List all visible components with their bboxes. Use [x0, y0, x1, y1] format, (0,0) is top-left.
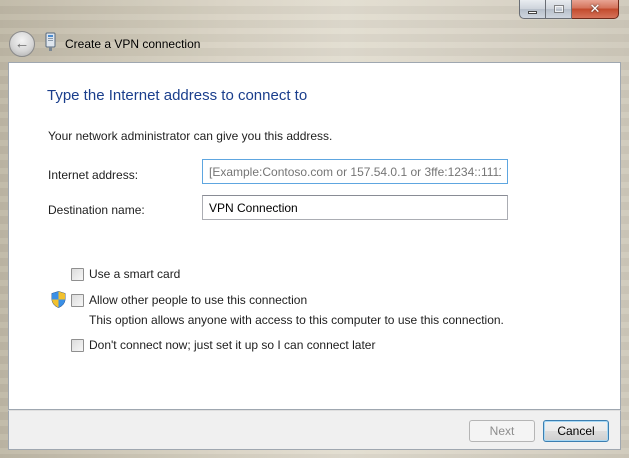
- maximize-button[interactable]: [546, 0, 572, 19]
- connect-later-option[interactable]: Don't connect now; just set it up so I c…: [71, 338, 375, 353]
- smart-card-label[interactable]: Use a smart card: [89, 267, 180, 282]
- page-heading: Type the Internet address to connect to: [47, 87, 308, 104]
- maximize-icon: [553, 5, 564, 13]
- window-title: Create a VPN connection: [65, 37, 201, 51]
- next-button[interactable]: Next: [469, 420, 535, 442]
- smart-card-option[interactable]: Use a smart card: [71, 267, 180, 282]
- caption-buttons: ✕: [519, 0, 619, 19]
- destination-name-label: Destination name:: [48, 203, 145, 217]
- allow-others-label[interactable]: Allow other people to use this connectio…: [89, 293, 307, 308]
- internet-address-label: Internet address:: [48, 168, 139, 182]
- hint-text: Your network administrator can give you …: [48, 129, 333, 143]
- window-frame: ✕ ← Create a VPN connection Type the Int…: [0, 0, 629, 458]
- minimize-button[interactable]: [519, 0, 546, 19]
- close-icon: ✕: [589, 1, 601, 17]
- allow-others-description: This option allows anyone with access to…: [89, 313, 504, 327]
- back-button[interactable]: ←: [9, 31, 35, 57]
- allow-others-option[interactable]: Allow other people to use this connectio…: [71, 293, 307, 308]
- destination-name-input[interactable]: [202, 195, 508, 220]
- smart-card-checkbox[interactable]: [71, 268, 84, 281]
- minimize-icon: [528, 10, 537, 14]
- uac-shield-icon: [51, 291, 66, 308]
- close-button[interactable]: ✕: [572, 0, 619, 19]
- content-pane: Type the Internet address to connect to …: [8, 62, 621, 410]
- vpn-network-icon: [45, 32, 56, 51]
- connect-later-checkbox[interactable]: [71, 339, 84, 352]
- allow-others-checkbox[interactable]: [71, 294, 84, 307]
- back-arrow-icon: ←: [14, 35, 30, 52]
- footer-bar: Next Cancel: [8, 410, 621, 450]
- internet-address-input[interactable]: [202, 159, 508, 184]
- cancel-button[interactable]: Cancel: [543, 420, 609, 442]
- connect-later-label[interactable]: Don't connect now; just set it up so I c…: [89, 338, 375, 353]
